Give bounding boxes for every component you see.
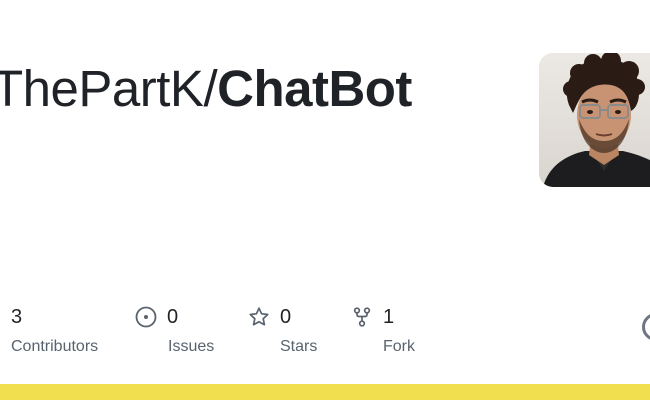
repo-owner[interactable]: ThePartK	[0, 60, 204, 117]
issues-row: 0	[135, 304, 214, 330]
issues-stat[interactable]: 0 Issues	[135, 304, 214, 364]
language-color-bar	[0, 384, 650, 400]
issues-label: Issues	[168, 338, 215, 355]
contributors-row: 3	[11, 304, 98, 330]
stars-row: 0	[248, 304, 317, 330]
stars-count: 0	[280, 306, 292, 328]
forks-label: Fork	[383, 338, 415, 355]
forks-row: 1	[351, 304, 415, 330]
avatar-portrait-image	[539, 53, 650, 187]
forks-count: 1	[383, 306, 395, 328]
contributors-label: Contributors	[11, 338, 99, 355]
github-mark-icon	[641, 312, 650, 342]
avatar[interactable]	[539, 53, 650, 187]
social-preview-card: ThePartK/ChatBot 3 Contributors 0 Issues…	[0, 0, 650, 400]
issue-opened-icon	[135, 306, 157, 328]
contributors-stat[interactable]: 3 Contributors	[11, 304, 98, 364]
repo-title[interactable]: ThePartK/ChatBot	[0, 56, 412, 122]
stars-stat[interactable]: 0 Stars	[248, 304, 317, 364]
issues-count: 0	[167, 306, 179, 328]
repo-separator: /	[203, 60, 218, 117]
contributors-count: 3	[11, 306, 23, 328]
repo-forked-icon	[351, 306, 373, 328]
forks-stat[interactable]: 1 Fork	[351, 304, 415, 364]
stars-label: Stars	[280, 338, 318, 355]
star-icon	[248, 306, 270, 328]
repo-name[interactable]: ChatBot	[217, 60, 412, 117]
